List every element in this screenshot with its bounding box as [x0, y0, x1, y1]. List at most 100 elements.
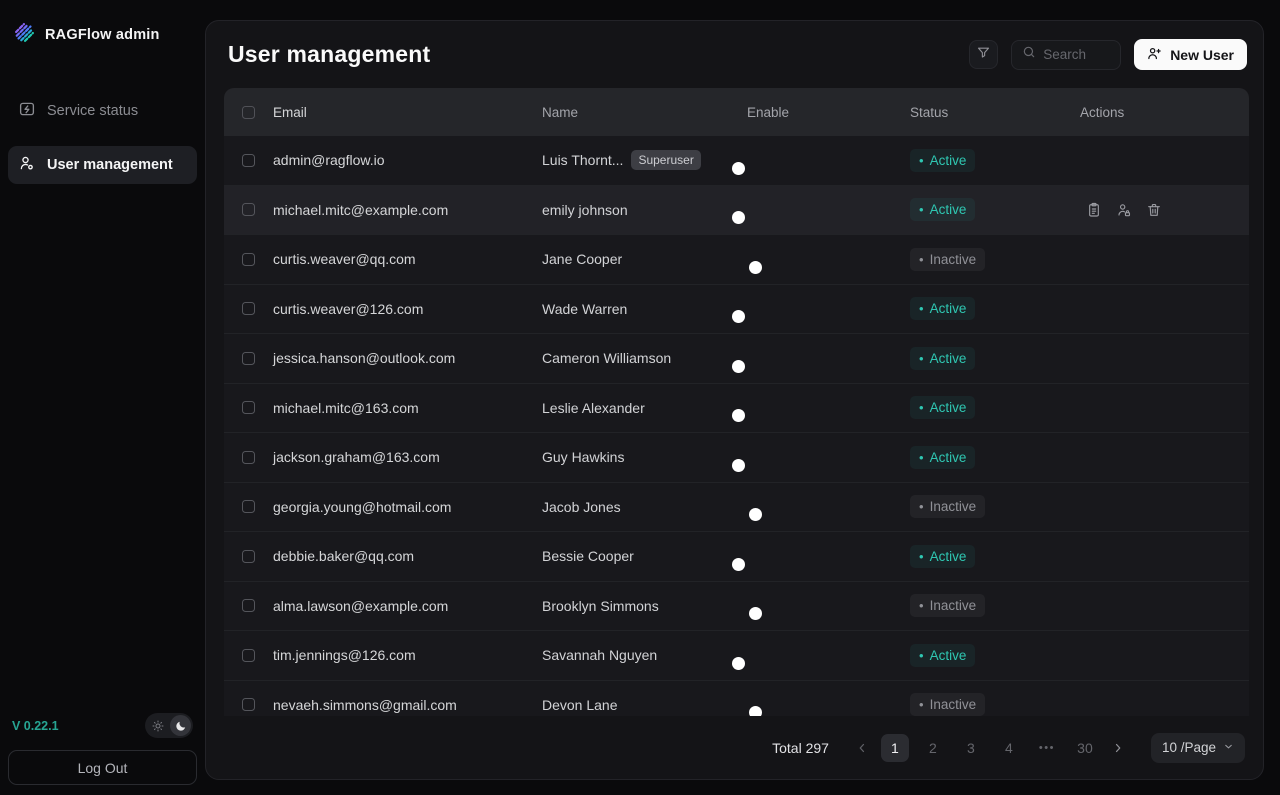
- light-theme-sun-icon[interactable]: [147, 715, 168, 736]
- user-lock-icon[interactable]: [1116, 202, 1132, 218]
- funnel-icon: [976, 45, 991, 65]
- page-button-3[interactable]: 3: [957, 734, 985, 762]
- row-checkbox[interactable]: [242, 302, 255, 316]
- user-table-body: admin@ragflow.io Luis Thornt... Superuser •…: [224, 136, 1249, 717]
- sidebar-item-label: Service status: [47, 103, 139, 119]
- table-row[interactable]: curtis.weaver@qq.com Jane Cooper • Inactive: [224, 235, 1249, 285]
- ragflow-logo-icon: [14, 22, 35, 48]
- table-row[interactable]: michael.mitc@163.com Leslie Alexander • Act…: [224, 383, 1249, 433]
- status-badge: • Inactive: [910, 495, 986, 519]
- row-checkbox[interactable]: [242, 450, 255, 464]
- dark-theme-moon-icon[interactable]: [170, 715, 191, 736]
- user-email: jessica.hanson@outlook.com: [273, 350, 456, 367]
- user-email: admin@ragflow.io: [273, 152, 385, 169]
- page-button-2[interactable]: 2: [919, 734, 947, 762]
- search-input[interactable]: [1043, 47, 1111, 62]
- trash-icon[interactable]: [1146, 202, 1162, 218]
- status-badge: • Active: [910, 198, 976, 222]
- row-checkbox[interactable]: [242, 648, 255, 662]
- user-name: Guy Hawkins: [542, 449, 625, 466]
- status-badge: • Active: [910, 346, 976, 370]
- table-row[interactable]: georgia.young@hotmail.com Jacob Jones • Ina…: [224, 482, 1249, 532]
- select-all-checkbox[interactable]: [242, 105, 255, 119]
- user-name: Savannah Nguyen: [542, 647, 658, 664]
- row-checkbox[interactable]: [242, 599, 255, 613]
- panel-header: User management Search New User: [224, 35, 1249, 88]
- row-checkbox[interactable]: [242, 549, 255, 563]
- table-row[interactable]: jessica.hanson@outlook.com Cameron Willia…: [224, 334, 1249, 384]
- page-size-select[interactable]: 10 /Page: [1150, 732, 1245, 763]
- chevron-down-icon: [1223, 740, 1234, 755]
- row-checkbox[interactable]: [242, 351, 255, 365]
- status-badge: • Active: [910, 544, 976, 568]
- brand: RAGFlow admin: [8, 14, 197, 56]
- row-checkbox[interactable]: [242, 203, 255, 217]
- user-email: debbie.baker@qq.com: [273, 548, 415, 565]
- status-badge: • Active: [910, 148, 976, 172]
- page-title: User management: [228, 41, 431, 67]
- table-row[interactable]: tim.jennings@126.com Savannah Nguyen • Acti…: [224, 631, 1249, 681]
- row-checkbox[interactable]: [242, 153, 255, 167]
- user-name: Brooklyn Simmons: [542, 597, 659, 614]
- user-name: emily johnson: [542, 201, 628, 218]
- user-email: alma.lawson@example.com: [273, 597, 449, 614]
- user-email: michael.mitc@163.com: [273, 399, 419, 416]
- user-email: curtis.weaver@126.com: [273, 300, 424, 317]
- user-email: jackson.graham@163.com: [273, 449, 440, 466]
- page-button-30[interactable]: 30: [1071, 734, 1099, 762]
- filter-button[interactable]: [969, 40, 999, 69]
- user-email: tim.jennings@126.com: [273, 647, 416, 664]
- user-name: Devon Lane: [542, 696, 618, 713]
- user-name: Leslie Alexander: [542, 399, 645, 416]
- page-button-4[interactable]: 4: [995, 734, 1023, 762]
- sidebar: RAGFlow admin Service status User manage…: [0, 0, 205, 795]
- row-checkbox[interactable]: [242, 401, 255, 415]
- new-user-label: New User: [1170, 46, 1234, 63]
- row-checkbox[interactable]: [242, 698, 255, 712]
- user-name: Luis Thornt... Superuser: [542, 150, 747, 171]
- user-management-panel: User management Search New User Email Na…: [205, 20, 1264, 780]
- user-name: Cameron Williamson: [542, 350, 672, 367]
- superuser-badge: Superuser: [631, 150, 701, 171]
- brand-title: RAGFlow admin: [45, 27, 160, 43]
- table-row[interactable]: admin@ragflow.io Luis Thornt... Superuser •…: [224, 136, 1249, 186]
- logout-button[interactable]: Log Out: [8, 750, 197, 785]
- main-area: User management Search New User Email Na…: [205, 0, 1280, 795]
- column-header-actions: Actions: [1080, 104, 1125, 120]
- new-user-button[interactable]: New User: [1134, 39, 1247, 70]
- table-row[interactable]: alma.lawson@example.com Brooklyn Simmons •…: [224, 581, 1249, 631]
- sidebar-item-service-status[interactable]: Service status: [8, 92, 197, 130]
- status-badge: • Inactive: [910, 693, 986, 717]
- theme-toggle[interactable]: [145, 713, 193, 738]
- user-name: Jane Cooper: [542, 251, 623, 268]
- table-row[interactable]: jackson.graham@163.com Guy Hawkins • Active: [224, 433, 1249, 483]
- search-box[interactable]: [1011, 39, 1122, 70]
- row-checkbox[interactable]: [242, 500, 255, 514]
- status-badge: • Active: [910, 396, 976, 420]
- user-email: georgia.young@hotmail.com: [273, 498, 452, 515]
- page-ellipsis: •••: [1038, 741, 1055, 754]
- user-email: curtis.weaver@qq.com: [273, 251, 416, 268]
- user-table: Email Name Enable Status Actions admin@r…: [224, 88, 1249, 717]
- status-badge: • Active: [910, 297, 976, 321]
- column-header-email: Email: [273, 104, 307, 120]
- clipboard-icon[interactable]: [1086, 202, 1102, 218]
- table-row[interactable]: curtis.weaver@126.com Wade Warren • Active: [224, 284, 1249, 334]
- table-header-row: Email Name Enable Status Actions: [224, 88, 1249, 136]
- user-email: michael.mitc@example.com: [273, 201, 449, 218]
- user-name: Wade Warren: [542, 300, 628, 317]
- page-size-label: 10 /Page: [1161, 740, 1216, 756]
- sidebar-item-user-management[interactable]: User management: [8, 146, 197, 184]
- table-row[interactable]: michael.mitc@example.com emily johnson • Ac…: [224, 185, 1249, 235]
- table-row[interactable]: debbie.baker@qq.com Bessie Cooper • Active: [224, 532, 1249, 582]
- page-button-1[interactable]: 1: [880, 733, 909, 762]
- row-checkbox[interactable]: [242, 252, 255, 266]
- next-page-chevron-icon[interactable]: [1105, 734, 1131, 762]
- user-management-icon: [18, 154, 36, 176]
- row-actions: [1080, 202, 1249, 218]
- previous-page-chevron-icon[interactable]: [849, 734, 875, 762]
- search-icon: [1022, 45, 1036, 64]
- status-badge: • Active: [910, 445, 976, 469]
- table-row[interactable]: nevaeh.simmons@gmail.com Devon Lane • Inact…: [224, 680, 1249, 717]
- status-badge: • Inactive: [910, 247, 986, 271]
